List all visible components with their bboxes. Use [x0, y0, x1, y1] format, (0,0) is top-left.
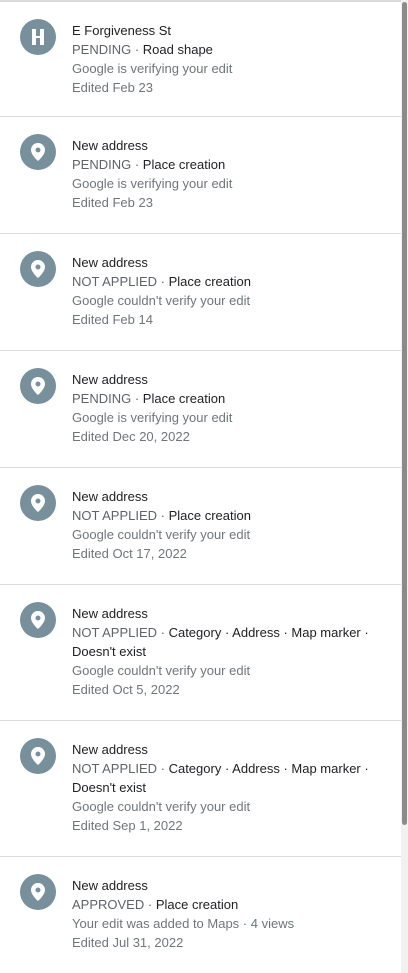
- edit-item[interactable]: New address PENDING · Place creation Goo…: [0, 351, 401, 468]
- place-pin-icon: [20, 134, 56, 170]
- edit-detail: Your edit was added to Maps · 4 views: [72, 916, 295, 931]
- edit-title: New address: [72, 255, 148, 270]
- separator: ·: [131, 42, 143, 57]
- edit-type: Place creation: [168, 274, 251, 289]
- edit-detail: Google couldn't verify your edit: [72, 799, 251, 814]
- place-pin-icon: [20, 874, 56, 910]
- edit-item[interactable]: New address PENDING · Place creation Goo…: [0, 117, 401, 234]
- edit-status-line: NOT APPLIED · Category · Address · Map m…: [72, 623, 391, 661]
- edit-type: Place creation: [168, 508, 251, 523]
- scrollbar[interactable]: [401, 0, 408, 973]
- edit-title: E Forgiveness St: [72, 23, 171, 38]
- place-pin-icon: [20, 485, 56, 521]
- edit-detail: Google is verifying your edit: [72, 410, 233, 425]
- edit-item[interactable]: New address NOT APPLIED · Place creation…: [0, 468, 401, 585]
- edit-status-line: APPROVED · Place creation: [72, 895, 391, 914]
- edit-date: Edited Feb 23: [72, 80, 153, 95]
- edit-type: Place creation: [142, 391, 226, 406]
- edit-status-line: PENDING · Place creation: [72, 389, 391, 408]
- edit-title: New address: [72, 742, 148, 757]
- separator: ·: [131, 391, 143, 406]
- edit-status: PENDING: [72, 391, 132, 406]
- edit-detail: Google couldn't verify your edit: [72, 663, 251, 678]
- edit-item[interactable]: New address APPROVED · Place creation Yo…: [0, 857, 401, 971]
- edit-status: NOT APPLIED: [72, 761, 158, 776]
- edit-status: PENDING: [72, 42, 132, 57]
- edit-item[interactable]: New address NOT APPLIED · Place creation…: [0, 234, 401, 351]
- separator: ·: [157, 274, 169, 289]
- edit-item[interactable]: E Forgiveness St PENDING · Road shape Go…: [0, 2, 401, 117]
- road-icon: [20, 19, 56, 55]
- edit-status-line: NOT APPLIED · Place creation: [72, 506, 391, 525]
- place-pin-icon: [20, 368, 56, 404]
- edit-title: New address: [72, 878, 148, 893]
- edit-status: NOT APPLIED: [72, 625, 158, 640]
- separator: ·: [131, 157, 143, 172]
- edit-title: New address: [72, 138, 148, 153]
- edit-status: PENDING: [72, 157, 132, 172]
- edit-detail: Google couldn't verify your edit: [72, 293, 251, 308]
- separator: ·: [157, 508, 169, 523]
- edit-item[interactable]: New address NOT APPLIED · Category · Add…: [0, 721, 401, 857]
- edits-list: E Forgiveness St PENDING · Road shape Go…: [0, 2, 401, 971]
- edit-date: Edited Oct 17, 2022: [72, 546, 187, 561]
- edit-date: Edited Jul 31, 2022: [72, 935, 184, 950]
- edit-detail: Google is verifying your edit: [72, 176, 233, 191]
- edit-date: Edited Dec 20, 2022: [72, 429, 190, 444]
- scrollbar-thumb[interactable]: [402, 2, 407, 825]
- edit-type: Place creation: [142, 157, 226, 172]
- separator: ·: [144, 897, 156, 912]
- edit-status-line: NOT APPLIED · Category · Address · Map m…: [72, 759, 391, 797]
- edit-title: New address: [72, 372, 148, 387]
- edit-type: Place creation: [155, 897, 239, 912]
- edit-detail: Google couldn't verify your edit: [72, 527, 251, 542]
- edit-status-line: PENDING · Road shape: [72, 40, 391, 59]
- edit-status: APPROVED: [72, 897, 145, 912]
- edit-detail: Google is verifying your edit: [72, 61, 233, 76]
- separator: ·: [157, 625, 169, 640]
- edit-date: Edited Oct 5, 2022: [72, 682, 180, 697]
- edit-type: Road shape: [142, 42, 213, 57]
- edit-status: NOT APPLIED: [72, 274, 158, 289]
- edit-date: Edited Sep 1, 2022: [72, 818, 183, 833]
- place-pin-icon: [20, 738, 56, 774]
- edit-status: NOT APPLIED: [72, 508, 158, 523]
- separator: ·: [157, 761, 169, 776]
- edit-status-line: PENDING · Place creation: [72, 155, 391, 174]
- edit-date: Edited Feb 23: [72, 195, 153, 210]
- place-pin-icon: [20, 602, 56, 638]
- edit-title: New address: [72, 489, 148, 504]
- edit-date: Edited Feb 14: [72, 312, 153, 327]
- edit-title: New address: [72, 606, 148, 621]
- place-pin-icon: [20, 251, 56, 287]
- edit-item[interactable]: New address NOT APPLIED · Category · Add…: [0, 585, 401, 721]
- edit-status-line: NOT APPLIED · Place creation: [72, 272, 391, 291]
